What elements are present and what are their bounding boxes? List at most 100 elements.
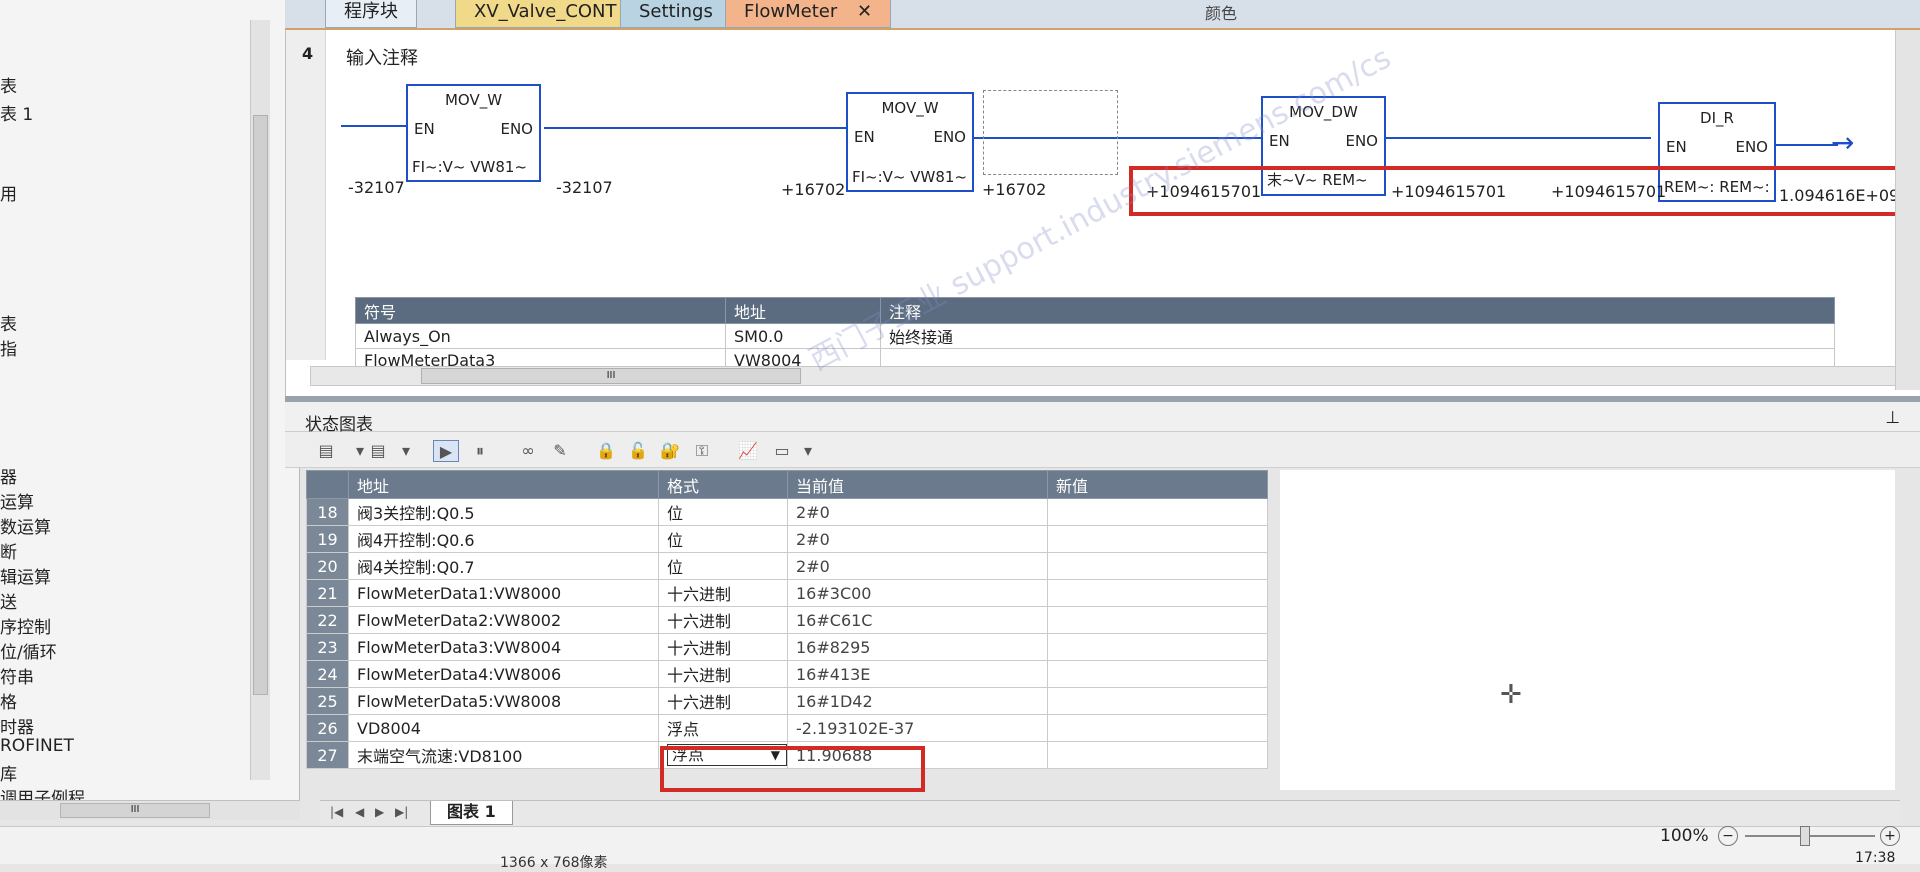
new-value-cell[interactable] — [1047, 741, 1268, 769]
force-icon[interactable]: 🔐 — [657, 440, 683, 462]
format-cell[interactable]: 十六进制 — [658, 660, 788, 688]
format-cell[interactable]: 位 — [658, 498, 788, 526]
tree-item[interactable]: 符串 — [0, 663, 34, 688]
last-sheet-icon[interactable]: ▶| — [395, 805, 408, 819]
new-value-cell[interactable] — [1047, 498, 1268, 526]
format-cell[interactable]: 十六进制 — [658, 687, 788, 715]
table-row[interactable]: 20 阀4关控制:Q0.7 位 2#0 — [306, 552, 1268, 580]
pause-icon[interactable]: ⏸ — [467, 440, 493, 462]
tab-flowmeter[interactable]: FlowMeter ✕ — [725, 0, 892, 28]
pin-icon[interactable]: ⊥ — [1885, 408, 1900, 428]
scroll-grip[interactable]: III — [421, 368, 801, 384]
tree-item[interactable]: 表 — [0, 310, 17, 335]
address-cell[interactable]: VD8004 — [348, 714, 659, 742]
lock-icon[interactable]: 🔒 — [593, 440, 619, 462]
tree-item[interactable]: ROFINET — [0, 736, 74, 756]
tree-item[interactable]: 表 — [0, 72, 17, 97]
block-eno: ENO — [1735, 138, 1768, 156]
dropdown-arrow-icon[interactable]: ▾ — [393, 440, 419, 462]
tree-item[interactable]: 器 — [0, 463, 17, 488]
first-sheet-icon[interactable]: |◀ — [330, 805, 343, 819]
tree-vertical-scrollbar[interactable] — [250, 20, 270, 780]
address-cell[interactable]: FlowMeterData3:VW8004 — [348, 633, 659, 661]
pencil-icon[interactable]: ✎ — [547, 440, 573, 462]
table-row[interactable]: 23 FlowMeterData3:VW8004 十六进制 16#8295 — [306, 633, 1268, 661]
new-value-cell[interactable] — [1047, 633, 1268, 661]
new-value-cell[interactable] — [1047, 714, 1268, 742]
close-icon[interactable]: ✕ — [857, 1, 872, 22]
tree-item[interactable]: 运算 — [0, 488, 34, 513]
tree-item[interactable]: 序控制 — [0, 613, 51, 638]
table-row[interactable]: 24 FlowMeterData4:VW8006 十六进制 16#413E — [306, 660, 1268, 688]
glasses-icon[interactable]: ∞ — [515, 440, 541, 462]
ladder-vertical-scrollbar[interactable] — [1895, 30, 1920, 390]
tree-item[interactable]: 时器 — [0, 713, 34, 738]
address-cell[interactable]: 末端空气流速:VD8100 — [348, 741, 659, 769]
table-row[interactable]: 18 阀3关控制:Q0.5 位 2#0 — [306, 498, 1268, 526]
format-cell[interactable]: 浮点 — [658, 714, 788, 742]
tree-item[interactable]: 格 — [0, 688, 17, 713]
input-field-icon[interactable]: ▭ — [769, 440, 795, 462]
tree-item[interactable]: 位/循环 — [0, 638, 57, 663]
dropdown-arrow-icon[interactable]: ▾ — [795, 440, 821, 462]
next-sheet-icon[interactable]: ▶ — [375, 805, 384, 819]
tree-item[interactable]: 断 — [0, 538, 17, 563]
zoom-in-button[interactable]: + — [1880, 826, 1900, 846]
new-value-cell[interactable] — [1047, 606, 1268, 634]
format-cell[interactable]: 位 — [658, 525, 788, 553]
zoom-slider-handle[interactable] — [1800, 826, 1810, 846]
tree-item[interactable]: 表 1 — [0, 100, 33, 125]
new-value-cell[interactable] — [1047, 687, 1268, 715]
new-value-cell[interactable] — [1047, 525, 1268, 553]
column-header-comment: 注释 — [880, 297, 1835, 324]
unlock-icon[interactable]: 🔓 — [625, 440, 651, 462]
address-cell[interactable]: FlowMeterData2:VW8002 — [348, 606, 659, 634]
zoom-slider-track[interactable] — [1745, 835, 1875, 837]
tab-program-block[interactable]: 程序块 — [325, 0, 417, 28]
address-cell[interactable]: FlowMeterData5:VW8008 — [348, 687, 659, 715]
new-value-cell[interactable] — [1047, 579, 1268, 607]
zoom-out-button[interactable]: − — [1718, 826, 1738, 846]
tab-settings[interactable]: Settings — [620, 0, 732, 28]
table-row[interactable]: 26 VD8004 浮点 -2.193102E-37 — [306, 714, 1268, 742]
tab-xv-valve-cont[interactable]: XV_Valve_CONT — [455, 0, 636, 28]
scroll-thumb[interactable] — [253, 115, 268, 695]
format-cell[interactable]: 十六进制 — [658, 633, 788, 661]
crosshair-cursor-icon: ✛ — [1500, 680, 1522, 710]
table-row[interactable]: 21 FlowMeterData1:VW8000 十六进制 16#3C00 — [306, 579, 1268, 607]
address-cell[interactable]: FlowMeterData1:VW8000 — [348, 579, 659, 607]
address-cell[interactable]: FlowMeterData4:VW8006 — [348, 660, 659, 688]
scroll-grip[interactable]: III — [60, 803, 210, 818]
address-cell[interactable]: 阀4开控制:Q0.6 — [348, 525, 659, 553]
chart-status-play-icon[interactable]: ▶ — [433, 440, 459, 462]
read-forced-icon[interactable]: ⚿ — [689, 440, 715, 462]
tree-item[interactable]: 送 — [0, 588, 17, 613]
format-cell[interactable]: 位 — [658, 552, 788, 580]
table-row[interactable]: 22 FlowMeterData2:VW8002 十六进制 16#C61C — [306, 606, 1268, 634]
trend-view-icon[interactable]: 📈 — [735, 440, 761, 462]
ladder-horizontal-scrollbar[interactable]: III — [310, 366, 1910, 386]
address-cell[interactable]: 阀3关控制:Q0.5 — [348, 498, 659, 526]
table-row[interactable]: 19 阀4开控制:Q0.6 位 2#0 — [306, 525, 1268, 553]
network-comment[interactable]: 输入注释 — [346, 44, 418, 70]
tree-item[interactable]: 库 — [0, 760, 17, 785]
address-cell[interactable]: 阀4关控制:Q0.7 — [348, 552, 659, 580]
table-row[interactable]: 25 FlowMeterData5:VW8008 十六进制 16#1D42 — [306, 687, 1268, 715]
empty-cell-placeholder[interactable] — [983, 90, 1118, 175]
tree-item[interactable]: 数运算 — [0, 513, 51, 538]
tree-item[interactable]: 指 — [0, 335, 17, 360]
delete-row-icon[interactable]: ▤ — [365, 440, 391, 462]
block-eno: ENO — [933, 128, 966, 146]
mov-w-block-2[interactable]: MOV_W EN ENO FI~:V~ VW81~ — [846, 92, 974, 192]
insert-row-icon[interactable]: ▤ — [313, 440, 339, 462]
mov-w-block-1[interactable]: MOV_W EN ENO FI~:V~ VW81~ — [406, 84, 541, 182]
sheet-tab-chart1[interactable]: 图表 1 — [430, 801, 513, 825]
tree-item[interactable]: 用 — [0, 180, 17, 205]
new-value-cell[interactable] — [1047, 660, 1268, 688]
format-cell[interactable]: 十六进制 — [658, 579, 788, 607]
new-value-cell[interactable] — [1047, 552, 1268, 580]
prev-sheet-icon[interactable]: ◀ — [355, 805, 364, 819]
format-cell[interactable]: 十六进制 — [658, 606, 788, 634]
tree-item[interactable]: 辑运算 — [0, 563, 51, 588]
tree-horizontal-scrollbar[interactable]: III — [0, 800, 300, 820]
